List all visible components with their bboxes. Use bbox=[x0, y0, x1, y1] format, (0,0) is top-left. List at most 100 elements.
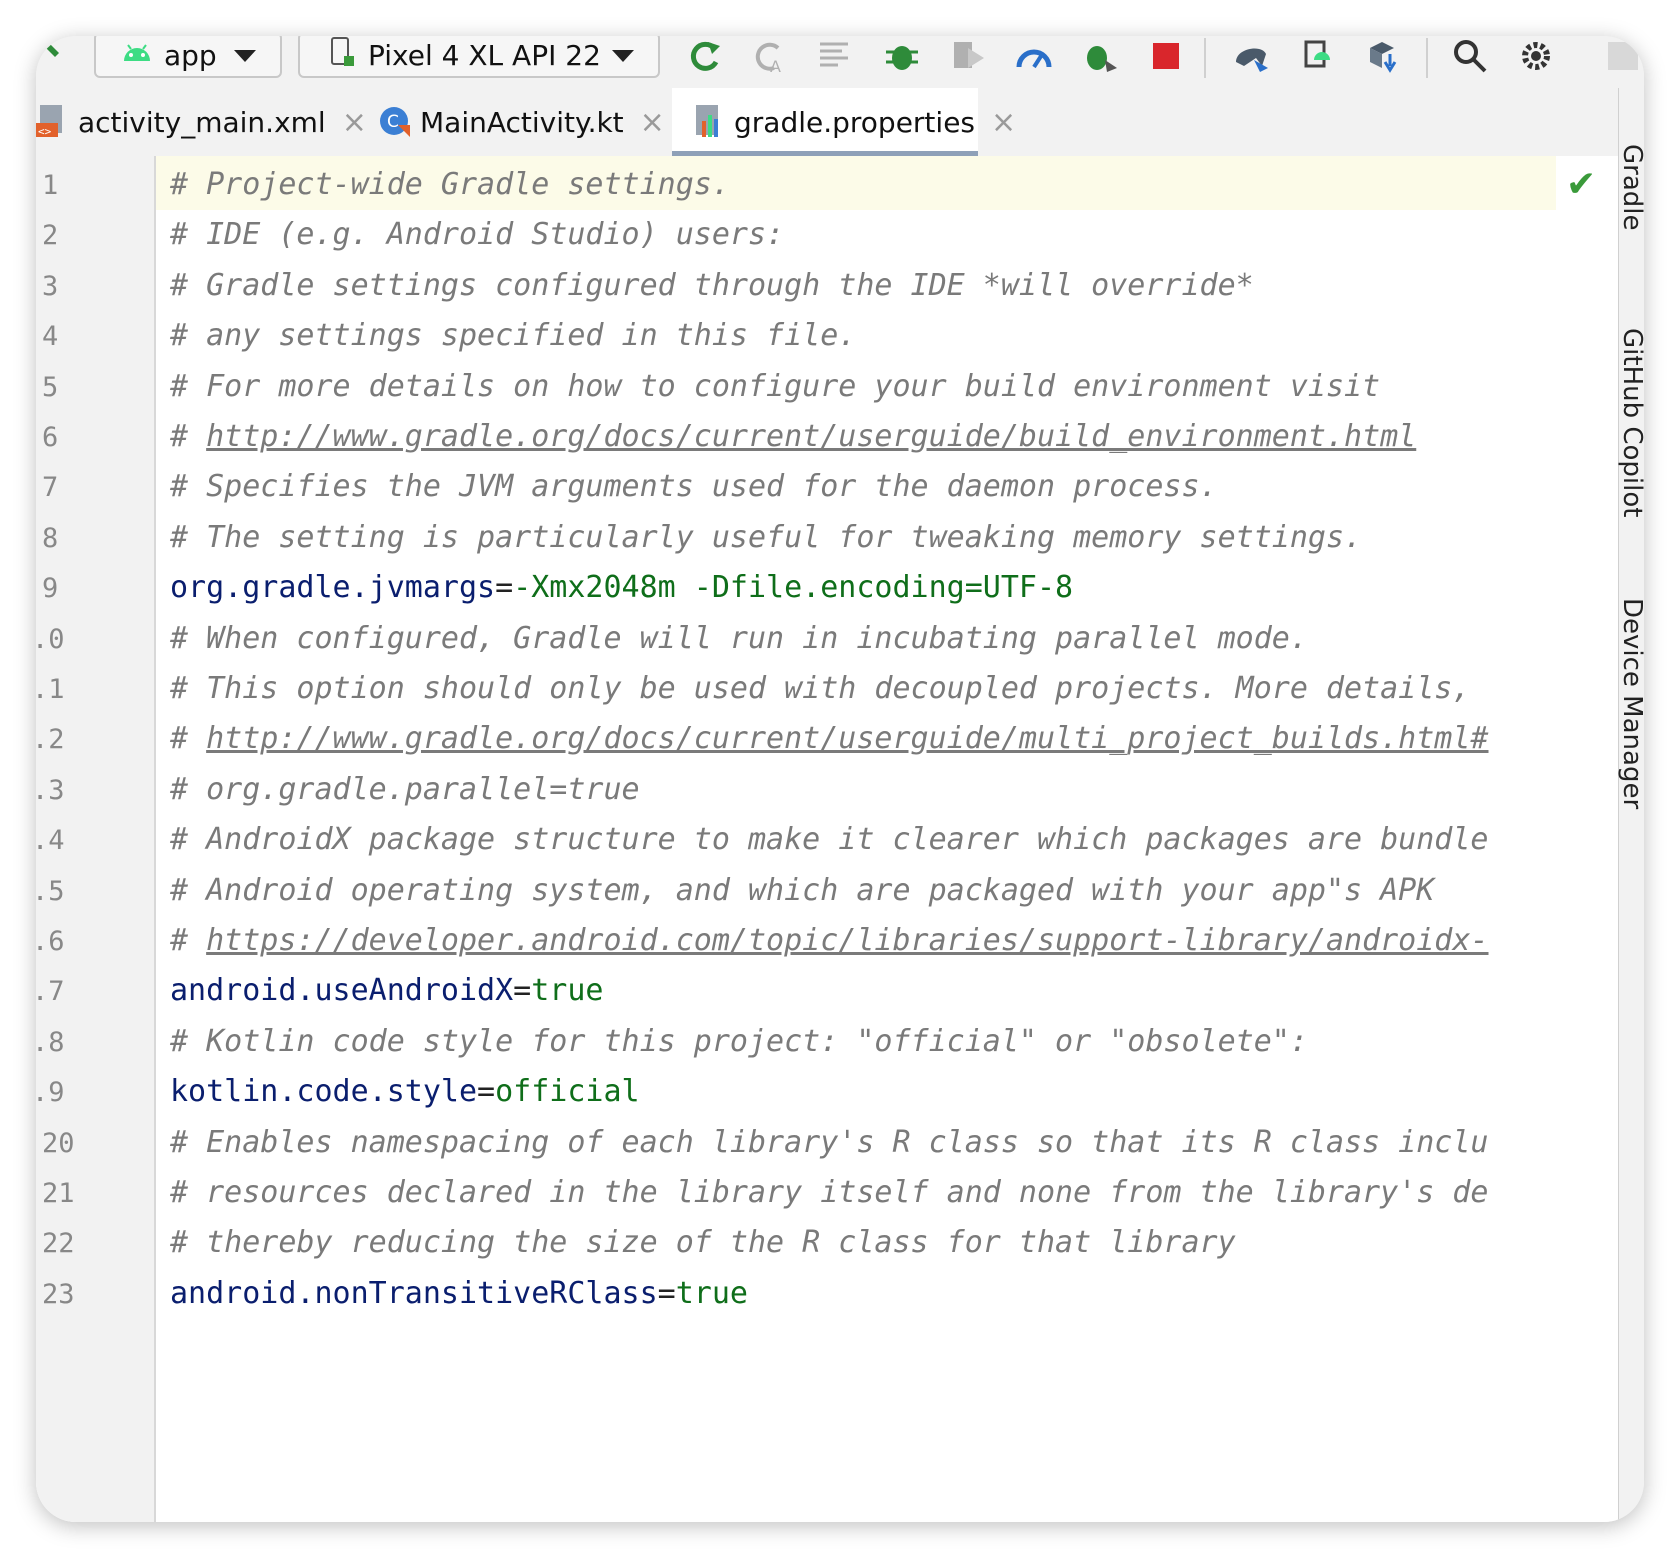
module-label: app bbox=[164, 38, 217, 72]
device-manager-tool-button[interactable]: Device Manager bbox=[1617, 598, 1644, 809]
comment-text: # Gradle settings configured through the… bbox=[170, 267, 1254, 303]
equals-sign: = bbox=[657, 1275, 676, 1311]
comment-text: # For more details on how to configure y… bbox=[170, 368, 1381, 404]
comment-text: # Project-wide Gradle settings. bbox=[170, 167, 730, 202]
sdk-manager-icon[interactable] bbox=[1364, 36, 1404, 76]
code-line[interactable]: # http://www.gradle.org/docs/current/use… bbox=[170, 712, 1489, 766]
property-value: -Xmx2048m -Dfile.encoding=UTF-8 bbox=[513, 570, 1074, 606]
close-icon[interactable]: × bbox=[640, 105, 665, 140]
device-label: Pixel 4 XL API 22 bbox=[368, 38, 601, 72]
code-line[interactable]: # Enables namespacing of each library's … bbox=[170, 1116, 1489, 1170]
properties-file-icon bbox=[692, 105, 726, 139]
code-line[interactable]: # Kotlin code style for this project: "o… bbox=[170, 1015, 1308, 1069]
editor-tabs: <> activity_main.xml × C MainActivity.kt… bbox=[36, 88, 1616, 157]
code-editor[interactable]: ✔ 1 # Project-wide Gradle settings. 2 # IDE… bbox=[36, 156, 1618, 1522]
line-number: 3 bbox=[42, 270, 59, 302]
code-line[interactable]: kotlin.code.style=official bbox=[170, 1065, 640, 1119]
line-number: 22 bbox=[42, 1228, 75, 1260]
line-number: 9 bbox=[42, 573, 59, 605]
property-value: true bbox=[531, 973, 604, 1009]
comment-text: # Specifies the JVM arguments used for t… bbox=[170, 469, 1218, 505]
device-selector[interactable]: Pixel 4 XL API 22 bbox=[298, 36, 660, 78]
attach-debugger-icon[interactable] bbox=[948, 36, 988, 76]
module-selector[interactable]: app bbox=[94, 36, 282, 78]
close-icon[interactable]: × bbox=[342, 105, 367, 140]
comment-link[interactable]: http://www.gradle.org/docs/current/userg… bbox=[206, 721, 1488, 756]
code-line[interactable]: # Specifies the JVM arguments used for t… bbox=[170, 460, 1218, 514]
line-number: .1 bbox=[36, 674, 65, 705]
apply-changes-icon[interactable]: A bbox=[750, 36, 790, 76]
no-problems-check-icon[interactable]: ✔ bbox=[1566, 164, 1596, 205]
debug-icon[interactable] bbox=[882, 36, 922, 76]
tab-label: MainActivity.kt bbox=[420, 105, 624, 139]
settings-icon[interactable] bbox=[1516, 36, 1556, 76]
coverage-icon[interactable] bbox=[1080, 36, 1120, 76]
toolbar-separator bbox=[1426, 38, 1428, 78]
gradle-tool-button[interactable]: Gradle bbox=[1617, 144, 1644, 231]
line-number: 20 bbox=[42, 1127, 75, 1159]
comment-link[interactable]: http://www.gradle.org/docs/current/userg… bbox=[206, 419, 1416, 454]
code-line[interactable]: # http://www.gradle.org/docs/current/use… bbox=[170, 410, 1416, 464]
svg-text:C: C bbox=[387, 112, 399, 132]
code-line[interactable]: android.useAndroidX=true bbox=[170, 964, 603, 1018]
property-key: android.nonTransitiveRClass bbox=[170, 1275, 658, 1311]
equals-sign: = bbox=[477, 1074, 496, 1110]
property-key: kotlin.code.style bbox=[170, 1074, 478, 1110]
apply-code-icon[interactable] bbox=[816, 36, 856, 76]
tab-mainactivity-kt[interactable]: C MainActivity.kt × bbox=[378, 88, 665, 156]
tab-gradle-properties[interactable]: gradle.properties × bbox=[672, 88, 1016, 157]
code-line[interactable]: # https://developer.android.com/topic/li… bbox=[170, 914, 1489, 968]
rerun-icon[interactable] bbox=[686, 36, 726, 76]
line-number: .2 bbox=[36, 724, 65, 756]
github-copilot-tool-button[interactable]: GitHub Copilot bbox=[1617, 328, 1644, 517]
close-icon[interactable]: × bbox=[991, 105, 1016, 140]
code-line[interactable]: android.nonTransitiveRClass=true bbox=[170, 1267, 748, 1321]
line-number: 8 bbox=[42, 522, 59, 554]
comment-text: # IDE (e.g. Android Studio) users: bbox=[170, 217, 785, 253]
line-number: .6 bbox=[36, 926, 65, 957]
sync-gradle-icon[interactable] bbox=[1232, 36, 1272, 76]
line-number: 7 bbox=[42, 472, 59, 504]
line-number: .0 bbox=[36, 623, 65, 655]
comment-link[interactable]: https://developer.android.com/topic/libr… bbox=[206, 923, 1488, 958]
right-tool-strip: Gradle GitHub Copilot Device Manager bbox=[1617, 88, 1644, 1522]
code-line[interactable]: # resources declared in the library itse… bbox=[170, 1166, 1489, 1220]
line-number: 1 bbox=[42, 170, 59, 201]
code-line[interactable]: # any settings specified in this file. bbox=[170, 309, 856, 363]
code-line[interactable]: # The setting is particularly useful for… bbox=[170, 511, 1362, 565]
comment-prefix: # bbox=[170, 419, 207, 454]
property-key: org.gradle.jvmargs bbox=[170, 570, 496, 606]
code-line[interactable]: # For more details on how to configure y… bbox=[170, 360, 1380, 414]
code-line[interactable]: # IDE (e.g. Android Studio) users: bbox=[170, 208, 784, 262]
user-icon[interactable] bbox=[1604, 36, 1644, 76]
code-line[interactable]: # thereby reducing the size of the R cla… bbox=[170, 1216, 1236, 1270]
stop-icon[interactable] bbox=[1146, 36, 1186, 76]
chevron-down-icon bbox=[234, 50, 256, 62]
device-explorer-icon[interactable] bbox=[1298, 36, 1338, 76]
comment-text: # AndroidX package structure to make it … bbox=[170, 822, 1489, 858]
xml-file-icon: <> bbox=[36, 105, 70, 139]
profile-icon[interactable] bbox=[1014, 36, 1054, 76]
code-line[interactable]: org.gradle.jvmargs=-Xmx2048m -Dfile.enco… bbox=[170, 561, 1073, 615]
comment-text: # org.gradle.parallel=true bbox=[170, 771, 640, 807]
property-value: official bbox=[495, 1074, 640, 1110]
code-line[interactable]: # Gradle settings configured through the… bbox=[170, 259, 1254, 313]
search-icon[interactable] bbox=[1450, 36, 1490, 76]
comment-text: # Kotlin code style for this project: "o… bbox=[170, 1023, 1308, 1059]
line-number: .3 bbox=[36, 774, 65, 806]
hammer-icon[interactable] bbox=[36, 36, 76, 74]
svg-text:A: A bbox=[770, 57, 781, 74]
line-number: .8 bbox=[36, 1026, 65, 1058]
code-line[interactable]: # When configured, Gradle will run in in… bbox=[170, 612, 1308, 666]
code-line[interactable]: # Project-wide Gradle settings. bbox=[170, 158, 730, 212]
code-line[interactable]: # This option should only be used with d… bbox=[170, 662, 1470, 716]
line-number: .7 bbox=[36, 976, 65, 1008]
comment-prefix: # bbox=[170, 721, 207, 757]
code-line[interactable]: # Android operating system, and which ar… bbox=[170, 864, 1434, 918]
svg-text:<>: <> bbox=[38, 125, 52, 138]
code-line[interactable]: # org.gradle.parallel=true bbox=[170, 763, 640, 817]
equals-sign: = bbox=[513, 973, 532, 1009]
tab-activity-main-xml[interactable]: <> activity_main.xml × bbox=[36, 88, 367, 156]
code-line[interactable]: # AndroidX package structure to make it … bbox=[170, 813, 1489, 867]
comment-text: # Enables namespacing of each library's … bbox=[170, 1124, 1489, 1160]
